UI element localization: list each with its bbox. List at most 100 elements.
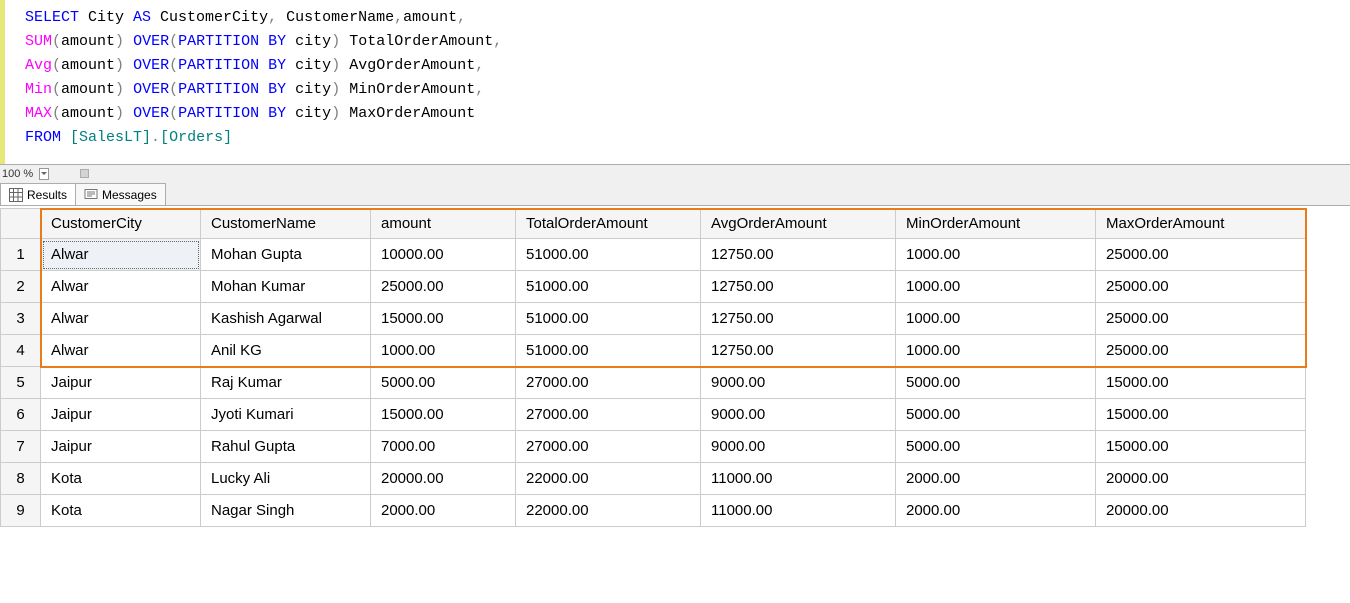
cell[interactable]: 15000.00: [1096, 367, 1306, 399]
cell[interactable]: 51000.00: [516, 239, 701, 271]
table-row[interactable]: 7JaipurRahul Gupta7000.0027000.009000.00…: [1, 431, 1306, 463]
cell[interactable]: Jyoti Kumari: [201, 399, 371, 431]
sql-text[interactable]: SELECT City AS CustomerCity, CustomerNam…: [25, 6, 502, 150]
table-row[interactable]: 8KotaLucky Ali20000.0022000.0011000.0020…: [1, 463, 1306, 495]
cell[interactable]: Anil KG: [201, 335, 371, 367]
cell[interactable]: 12750.00: [701, 303, 896, 335]
table-row[interactable]: 2AlwarMohan Kumar25000.0051000.0012750.0…: [1, 271, 1306, 303]
table-row[interactable]: 5JaipurRaj Kumar5000.0027000.009000.0050…: [1, 367, 1306, 399]
row-number[interactable]: 5: [1, 367, 41, 399]
cell[interactable]: Lucky Ali: [201, 463, 371, 495]
cell[interactable]: Kota: [41, 463, 201, 495]
cell[interactable]: 5000.00: [371, 367, 516, 399]
tab-messages[interactable]: Messages: [75, 183, 166, 205]
cell[interactable]: 51000.00: [516, 335, 701, 367]
scroll-thumb[interactable]: [80, 169, 89, 178]
col-header[interactable]: CustomerCity: [41, 209, 201, 239]
results-table[interactable]: CustomerCity CustomerName amount TotalOr…: [0, 208, 1306, 527]
cell[interactable]: Jaipur: [41, 431, 201, 463]
table-row[interactable]: 6JaipurJyoti Kumari15000.0027000.009000.…: [1, 399, 1306, 431]
sql-token: city: [295, 105, 331, 122]
cell[interactable]: 25000.00: [1096, 303, 1306, 335]
cell[interactable]: 5000.00: [896, 431, 1096, 463]
cell[interactable]: 9000.00: [701, 367, 896, 399]
cell[interactable]: Rahul Gupta: [201, 431, 371, 463]
cell[interactable]: 27000.00: [516, 399, 701, 431]
cell[interactable]: 25000.00: [1096, 239, 1306, 271]
cell[interactable]: 12750.00: [701, 271, 896, 303]
col-header[interactable]: amount: [371, 209, 516, 239]
cell[interactable]: 7000.00: [371, 431, 516, 463]
cell[interactable]: 25000.00: [1096, 271, 1306, 303]
cell[interactable]: Kota: [41, 495, 201, 527]
cell[interactable]: 9000.00: [701, 431, 896, 463]
cell[interactable]: 22000.00: [516, 495, 701, 527]
cell[interactable]: 1000.00: [896, 239, 1096, 271]
cell[interactable]: 1000.00: [371, 335, 516, 367]
row-number[interactable]: 9: [1, 495, 41, 527]
cell[interactable]: 51000.00: [516, 303, 701, 335]
row-number[interactable]: 3: [1, 303, 41, 335]
col-header[interactable]: MinOrderAmount: [896, 209, 1096, 239]
cell[interactable]: 5000.00: [896, 399, 1096, 431]
tab-results[interactable]: Results: [0, 183, 76, 205]
cell[interactable]: Alwar: [41, 239, 201, 271]
row-number[interactable]: 4: [1, 335, 41, 367]
cell[interactable]: 15000.00: [371, 399, 516, 431]
table-row[interactable]: 9KotaNagar Singh2000.0022000.0011000.002…: [1, 495, 1306, 527]
cell[interactable]: Mohan Gupta: [201, 239, 371, 271]
cell[interactable]: 12750.00: [701, 239, 896, 271]
row-number[interactable]: 1: [1, 239, 41, 271]
table-row[interactable]: 3AlwarKashish Agarwal15000.0051000.00127…: [1, 303, 1306, 335]
cell[interactable]: 20000.00: [1096, 495, 1306, 527]
cell[interactable]: 25000.00: [371, 271, 516, 303]
cell[interactable]: Jaipur: [41, 399, 201, 431]
cell[interactable]: Mohan Kumar: [201, 271, 371, 303]
cell[interactable]: 1000.00: [896, 335, 1096, 367]
cell[interactable]: 15000.00: [1096, 431, 1306, 463]
cell[interactable]: 2000.00: [371, 495, 516, 527]
row-number[interactable]: 6: [1, 399, 41, 431]
table-row[interactable]: 1AlwarMohan Gupta10000.0051000.0012750.0…: [1, 239, 1306, 271]
cell[interactable]: 10000.00: [371, 239, 516, 271]
cell[interactable]: 27000.00: [516, 431, 701, 463]
cell[interactable]: 11000.00: [701, 463, 896, 495]
cell[interactable]: 1000.00: [896, 271, 1096, 303]
table-row[interactable]: 4AlwarAnil KG1000.0051000.0012750.001000…: [1, 335, 1306, 367]
cell[interactable]: Alwar: [41, 271, 201, 303]
cell[interactable]: Jaipur: [41, 367, 201, 399]
row-number[interactable]: 2: [1, 271, 41, 303]
cell[interactable]: Nagar Singh: [201, 495, 371, 527]
punct: (: [52, 57, 61, 74]
col-header[interactable]: CustomerName: [201, 209, 371, 239]
row-number[interactable]: 7: [1, 431, 41, 463]
cell[interactable]: 51000.00: [516, 271, 701, 303]
cell[interactable]: 11000.00: [701, 495, 896, 527]
cell[interactable]: 2000.00: [896, 463, 1096, 495]
cell[interactable]: Alwar: [41, 335, 201, 367]
cell[interactable]: Alwar: [41, 303, 201, 335]
cell[interactable]: 22000.00: [516, 463, 701, 495]
col-header[interactable]: AvgOrderAmount: [701, 209, 896, 239]
cell[interactable]: 25000.00: [1096, 335, 1306, 367]
cell[interactable]: 20000.00: [371, 463, 516, 495]
zoom-dropdown[interactable]: [39, 168, 49, 180]
cell[interactable]: 9000.00: [701, 399, 896, 431]
cell[interactable]: Kashish Agarwal: [201, 303, 371, 335]
cell[interactable]: 15000.00: [1096, 399, 1306, 431]
col-header[interactable]: MaxOrderAmount: [1096, 209, 1306, 239]
row-number[interactable]: 8: [1, 463, 41, 495]
cell[interactable]: 15000.00: [371, 303, 516, 335]
cell[interactable]: Raj Kumar: [201, 367, 371, 399]
cell[interactable]: 5000.00: [896, 367, 1096, 399]
sql-editor[interactable]: SELECT City AS CustomerCity, CustomerNam…: [0, 0, 1350, 164]
cell[interactable]: 27000.00: [516, 367, 701, 399]
corner-cell[interactable]: [1, 209, 41, 239]
col-header[interactable]: TotalOrderAmount: [516, 209, 701, 239]
cell[interactable]: 12750.00: [701, 335, 896, 367]
cell[interactable]: 20000.00: [1096, 463, 1306, 495]
cell[interactable]: 1000.00: [896, 303, 1096, 335]
identifier: [SalesLT]: [70, 129, 151, 146]
space: [124, 57, 133, 74]
cell[interactable]: 2000.00: [896, 495, 1096, 527]
